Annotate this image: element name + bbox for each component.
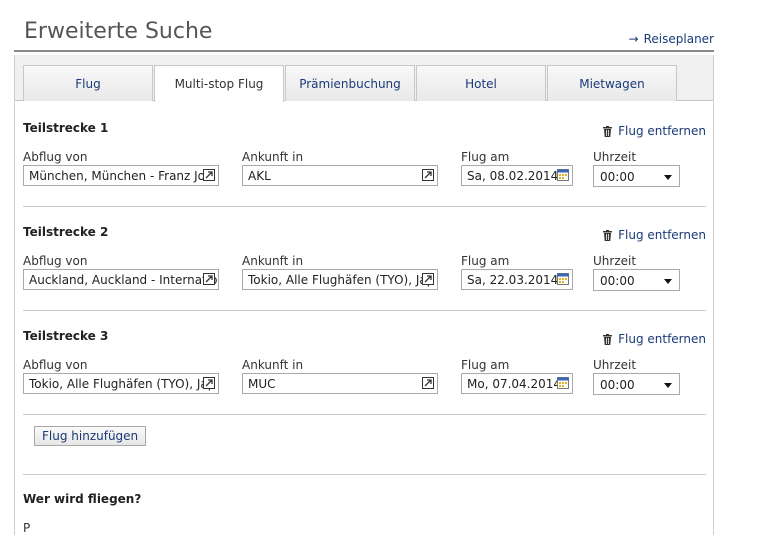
departure-airport-value: Auckland, Auckland - Internatior: [29, 273, 219, 287]
title-underline: [14, 50, 714, 52]
section-divider: [23, 310, 706, 311]
arrival-airport-input[interactable]: AKL: [242, 165, 438, 186]
chevron-down-icon: [664, 279, 672, 284]
airport-picker-icon[interactable]: [422, 273, 434, 285]
time-value: 00:00: [600, 378, 635, 392]
trip-planner-link[interactable]: → Reiseplaner: [629, 32, 714, 46]
tab-car-rental[interactable]: Mietwagen: [547, 65, 677, 101]
time-select[interactable]: 00:00: [593, 165, 680, 187]
leg-section-1: Teilstrecke 1 Flug entfernen Abflug von …: [23, 121, 706, 211]
leg-section-2: Teilstrecke 2 Flug entfernen Abflug von …: [23, 225, 706, 315]
calendar-icon[interactable]: [557, 377, 569, 389]
leg-title: Teilstrecke 3: [23, 329, 109, 343]
airport-picker-icon[interactable]: [203, 377, 215, 389]
remove-flight-button[interactable]: Flug entfernen: [603, 228, 706, 242]
departure-airport-value: Tokio, Alle Flughäfen (TYO), Jap: [29, 377, 216, 391]
leg-title: Teilstrecke 1: [23, 121, 109, 135]
time-select[interactable]: 00:00: [593, 269, 680, 291]
time-label: Uhrzeit: [593, 254, 637, 268]
remove-flight-label: Flug entfernen: [618, 228, 706, 242]
date-label: Flug am: [461, 254, 510, 268]
travelers-heading: Wer wird fliegen?: [23, 492, 142, 506]
flight-date-value: Sa, 08.02.2014: [467, 169, 559, 183]
flight-date-value: Mo, 07.04.2014: [467, 377, 562, 391]
arrival-airport-value: Tokio, Alle Flughäfen (TYO), Jap: [248, 273, 435, 287]
tab-bar: Flug Multi-stop Flug Prämienbuchung Hote…: [15, 55, 713, 102]
calendar-icon[interactable]: [557, 169, 569, 181]
trash-icon: [603, 229, 613, 241]
trip-planner-label: Reiseplaner: [643, 32, 714, 46]
to-label: Ankunft in: [242, 254, 304, 268]
arrival-airport-value: AKL: [248, 169, 271, 183]
airport-picker-icon[interactable]: [422, 377, 434, 389]
departure-airport-value: München, München - Franz Jos: [29, 169, 212, 183]
leg-section-3: Teilstrecke 3 Flug entfernen Abflug von …: [23, 329, 706, 419]
time-select[interactable]: 00:00: [593, 373, 680, 395]
flight-date-input[interactable]: Sa, 08.02.2014: [461, 165, 573, 186]
date-label: Flug am: [461, 358, 510, 372]
time-label: Uhrzeit: [593, 358, 637, 372]
airport-picker-icon[interactable]: [203, 169, 215, 181]
tab-hotel[interactable]: Hotel: [416, 65, 546, 101]
departure-airport-input[interactable]: Auckland, Auckland - Internatior: [23, 269, 219, 290]
departure-airport-input[interactable]: Tokio, Alle Flughäfen (TYO), Jap: [23, 373, 219, 394]
flight-date-input[interactable]: Sa, 22.03.2014: [461, 269, 573, 290]
add-flight-button[interactable]: Flug hinzufügen: [34, 426, 147, 446]
trash-icon: [603, 125, 613, 137]
time-label: Uhrzeit: [593, 150, 637, 164]
flight-date-value: Sa, 22.03.2014: [467, 273, 559, 287]
to-label: Ankunft in: [242, 150, 304, 164]
advanced-search-page: Erweiterte Suche → Reiseplaner Flug Mult…: [0, 0, 763, 535]
remove-flight-button[interactable]: Flug entfernen: [603, 124, 706, 138]
airport-picker-icon[interactable]: [203, 273, 215, 285]
section-divider: [23, 206, 706, 207]
date-label: Flug am: [461, 150, 510, 164]
departure-airport-input[interactable]: München, München - Franz Jos: [23, 165, 219, 186]
travelers-partial-label: P: [23, 521, 31, 535]
search-panel: Flug Multi-stop Flug Prämienbuchung Hote…: [14, 55, 714, 535]
calendar-icon[interactable]: [557, 273, 569, 285]
remove-flight-label: Flug entfernen: [618, 124, 706, 138]
time-value: 00:00: [600, 170, 635, 184]
arrival-airport-input[interactable]: Tokio, Alle Flughäfen (TYO), Jap: [242, 269, 438, 290]
remove-flight-button[interactable]: Flug entfernen: [603, 332, 706, 346]
flight-date-input[interactable]: Mo, 07.04.2014: [461, 373, 573, 394]
chevron-down-icon: [664, 383, 672, 388]
time-value: 00:00: [600, 274, 635, 288]
page-title: Erweiterte Suche: [24, 19, 213, 44]
remove-flight-label: Flug entfernen: [618, 332, 706, 346]
section-divider: [23, 414, 706, 415]
from-label: Abflug von: [23, 254, 88, 268]
section-divider: [23, 474, 706, 475]
chevron-down-icon: [664, 175, 672, 180]
arrival-airport-value: MUC: [248, 377, 276, 391]
to-label: Ankunft in: [242, 358, 304, 372]
arrow-right-icon: →: [628, 32, 639, 46]
tab-award-booking[interactable]: Prämienbuchung: [285, 65, 415, 101]
from-label: Abflug von: [23, 358, 88, 372]
arrival-airport-input[interactable]: MUC: [242, 373, 438, 394]
from-label: Abflug von: [23, 150, 88, 164]
tab-multi-stop-flight[interactable]: Multi-stop Flug: [154, 65, 284, 102]
leg-title: Teilstrecke 2: [23, 225, 109, 239]
trash-icon: [603, 333, 613, 345]
tab-flight[interactable]: Flug: [23, 65, 153, 101]
airport-picker-icon[interactable]: [422, 169, 434, 181]
